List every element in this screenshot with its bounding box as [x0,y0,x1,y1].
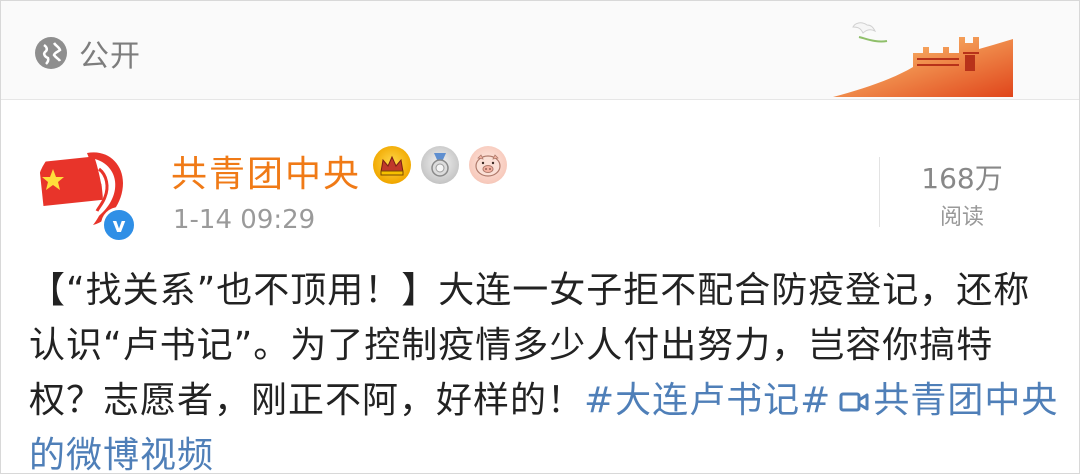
great-wall-illustration [833,22,1013,97]
weibo-post-frame: 公开 v 共青团中央 1-14 09:29 168万 阅读 【“找关系”也不顶用… [0,0,1080,474]
post-timestamp: 1-14 09:29 [173,205,316,235]
verified-badge-icon: v [101,207,137,243]
author-name[interactable]: 共青团中央 [171,145,361,197]
crown-badge-icon[interactable] [373,146,411,184]
crown-glyph [373,146,411,184]
read-count-block: 168万 阅读 [879,157,1044,230]
read-count: 168万 [921,162,1003,195]
globe-icon [35,37,67,69]
visibility-bar: 公开 [1,1,1079,100]
medal-badge-icon[interactable] [421,146,459,184]
pig-glyph [469,146,507,184]
hashtag-link[interactable]: #大连卢书记# [584,380,831,421]
pig-badge-icon[interactable] [469,146,507,184]
post-content: 【“找关系”也不顶用！】大连一女子拒不配合防疫登记，还称认识“卢书记”。为了控制… [29,263,1059,473]
author-badges [373,145,507,185]
medal-glyph [421,146,459,184]
video-icon[interactable] [839,375,869,412]
read-label: 阅读 [939,205,984,230]
visibility-indicator[interactable]: 公开 [35,33,141,74]
visibility-label: 公开 [79,39,141,74]
